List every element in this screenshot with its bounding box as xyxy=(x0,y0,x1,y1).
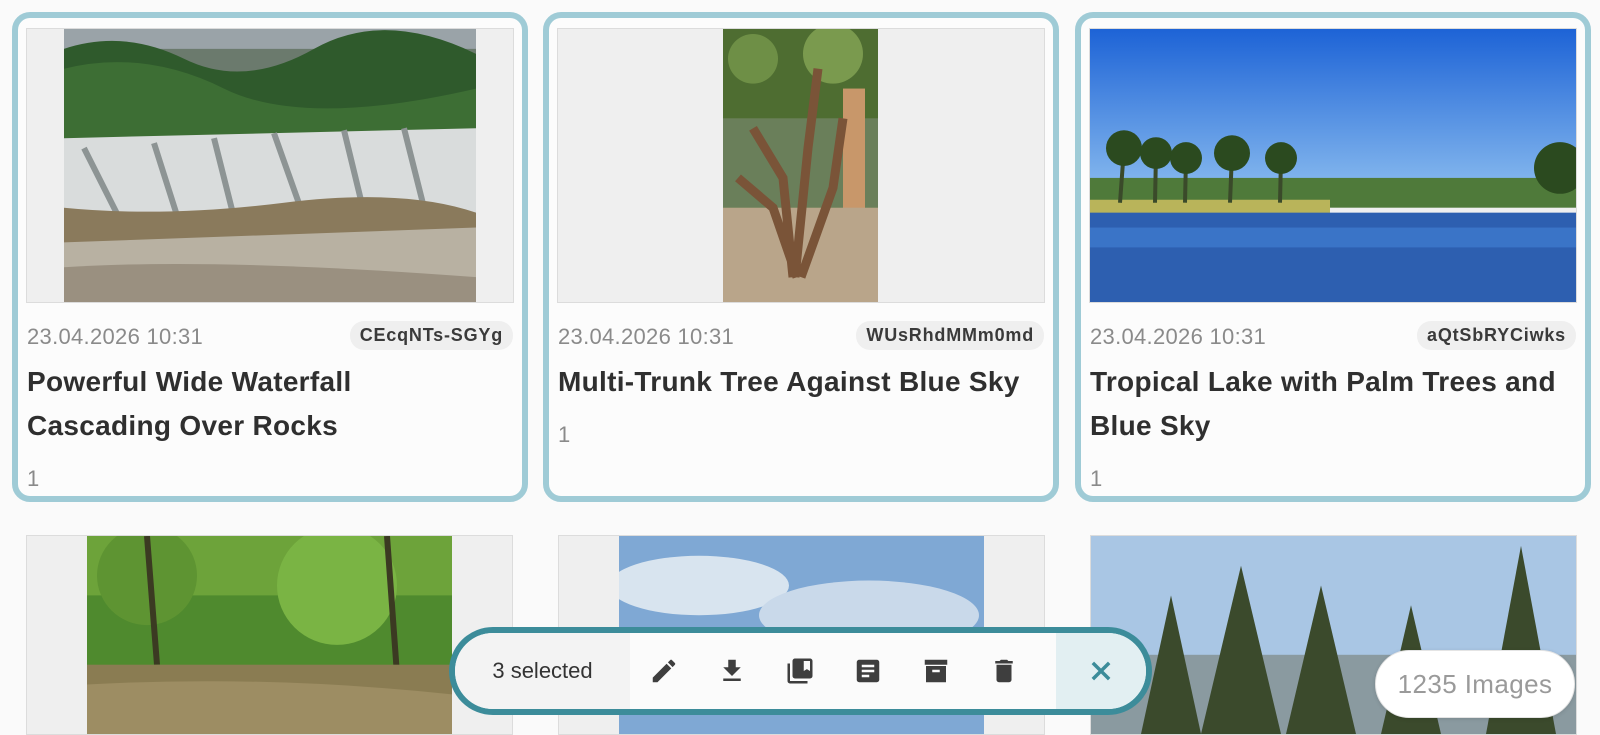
selection-toolbar: 3 selected xyxy=(449,627,1152,715)
photo-card[interactable]: 23.04.2026 10:31 WUsRhdMMm0md Multi-Trun… xyxy=(543,12,1059,502)
delete-icon xyxy=(995,659,1013,683)
photo-card[interactable]: 23.04.2026 10:31 CEcqNTs-SGYg Powerful W… xyxy=(12,12,528,502)
waterfall-image xyxy=(64,29,476,302)
photo-thumbnail[interactable] xyxy=(26,28,514,303)
photo-thumbnail[interactable] xyxy=(1089,28,1577,303)
download-button[interactable] xyxy=(698,633,766,709)
photo-card[interactable]: 23.04.2026 10:31 aQtSbRYCiwks Tropical L… xyxy=(1075,12,1591,502)
forest-stream-image xyxy=(87,536,452,734)
close-icon xyxy=(1091,661,1111,681)
photo-file-count: 1 xyxy=(27,466,40,491)
add-to-album-icon xyxy=(787,658,813,684)
image-count-badge: 1235 Images xyxy=(1375,650,1575,718)
photo-uid-badge[interactable]: aQtSbRYCiwks xyxy=(1417,321,1576,350)
photo-date: 23.04.2026 10:31 xyxy=(1090,324,1267,349)
tree-image xyxy=(723,29,878,302)
download-icon xyxy=(723,659,741,681)
clear-selection-button[interactable] xyxy=(1056,633,1146,709)
add-to-folder-icon xyxy=(856,659,880,683)
add-to-folder-button[interactable] xyxy=(834,633,902,709)
archive-icon xyxy=(924,659,948,683)
delete-button[interactable] xyxy=(970,633,1038,709)
photo-thumbnail[interactable] xyxy=(26,535,513,735)
photo-title[interactable]: Multi-Trunk Tree Against Blue Sky xyxy=(558,360,1038,404)
lake-image xyxy=(1090,29,1576,302)
photo-file-count: 1 xyxy=(558,422,571,447)
edit-icon xyxy=(652,659,676,683)
photo-uid-badge[interactable]: CEcqNTs-SGYg xyxy=(349,321,513,350)
photo-title[interactable]: Powerful Wide Waterfall Cascading Over R… xyxy=(27,360,497,448)
add-to-album-button[interactable] xyxy=(766,633,834,709)
photo-file-count: 1 xyxy=(1090,466,1103,491)
archive-button[interactable] xyxy=(902,633,970,709)
photo-title[interactable]: Tropical Lake with Palm Trees and Blue S… xyxy=(1090,360,1580,448)
photo-date: 23.04.2026 10:31 xyxy=(27,324,204,349)
edit-button[interactable] xyxy=(630,633,698,709)
photo-thumbnail[interactable] xyxy=(557,28,1045,303)
selection-count-label: 3 selected xyxy=(455,633,630,709)
photo-date: 23.04.2026 10:31 xyxy=(558,324,735,349)
photo-uid-badge[interactable]: WUsRhdMMm0md xyxy=(856,321,1044,350)
